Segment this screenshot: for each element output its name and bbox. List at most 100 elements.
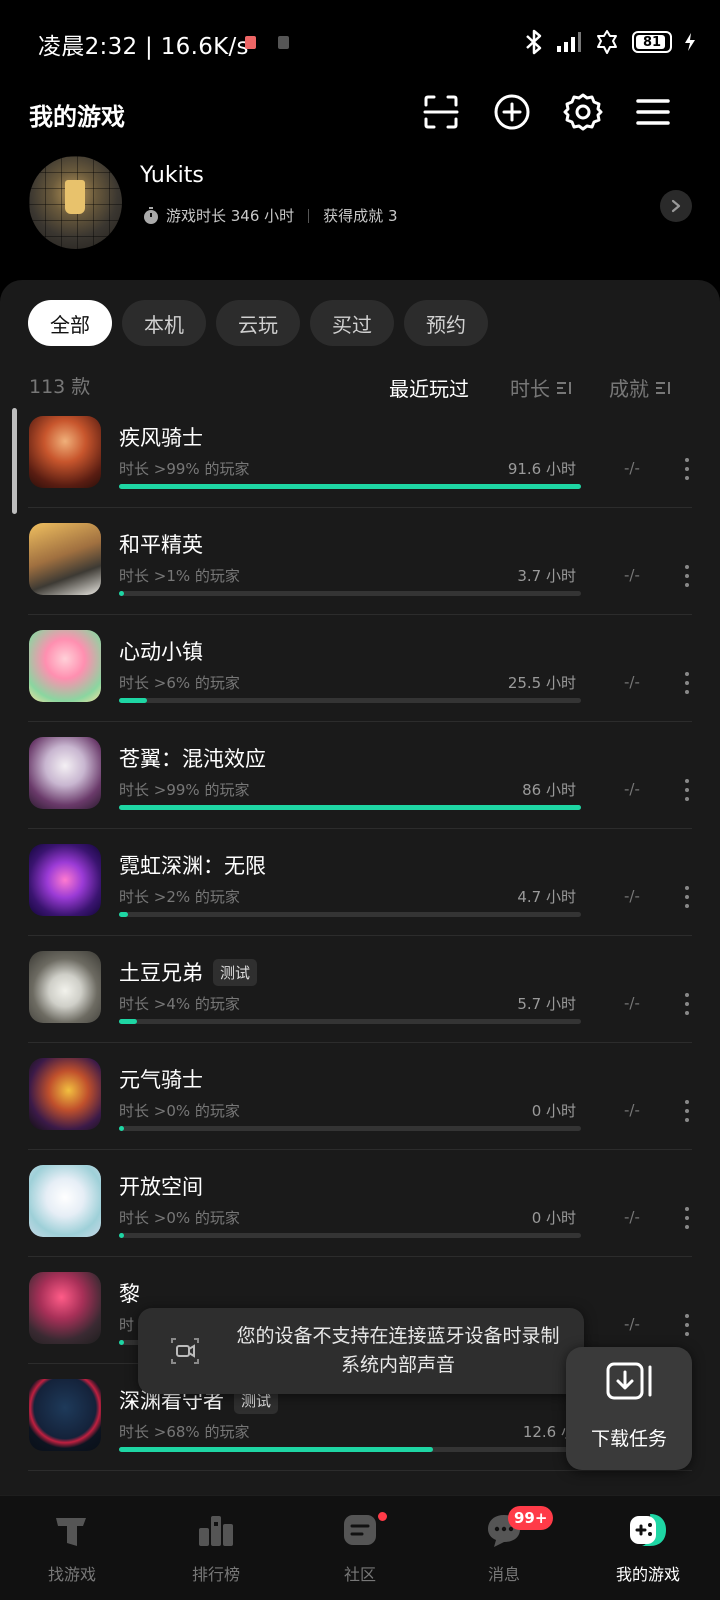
playtime-progress [119, 591, 581, 596]
more-options-icon[interactable] [684, 565, 690, 587]
playtime-hours: 4.7 小时 [517, 888, 576, 906]
gamepad-icon [630, 1514, 666, 1546]
more-options-icon[interactable] [684, 779, 690, 801]
nav-community[interactable]: 社区 [288, 1496, 432, 1600]
playtime-rank: 时长 >0% 的玩家 [119, 1102, 240, 1120]
chip-purchased[interactable]: 买过 [310, 300, 394, 346]
add-circle-icon[interactable] [492, 92, 532, 132]
sort-icon [656, 381, 670, 394]
game-row[interactable]: 霓虹深渊：无限 时长 >2% 的玩家 4.7 小时 -/- [0, 828, 720, 936]
page-title: 我的游戏 [29, 103, 125, 131]
menu-icon[interactable] [633, 92, 673, 132]
playtime-progress-fill [119, 591, 124, 596]
playtime-rank: 时长 >1% 的玩家 [119, 567, 240, 585]
nav-messages[interactable]: 99+ 消息 [432, 1496, 576, 1600]
playtime-progress-fill [119, 698, 147, 703]
chip-all[interactable]: 全部 [28, 300, 112, 346]
achievement-value: -/- [624, 994, 640, 1012]
playtime-progress [119, 805, 581, 810]
playtime-rank: 时长 >2% 的玩家 [119, 888, 240, 906]
achievement-value: -/- [624, 887, 640, 905]
game-icon-li [29, 1272, 101, 1344]
playtime-progress [119, 484, 581, 489]
game-icon-kaifang [29, 1165, 101, 1237]
messages-badge: 99+ [508, 1506, 554, 1530]
download-task-button[interactable]: 下载任务 [566, 1347, 692, 1470]
chip-reserved[interactable]: 预约 [404, 300, 488, 346]
bluetooth-icon [526, 29, 542, 55]
nav-label: 我的游戏 [615, 1565, 680, 1584]
nav-rankings[interactable]: 排行榜 [144, 1496, 288, 1600]
status-time-speed: 凌晨2:32 | 16.6K/s [38, 34, 249, 60]
more-options-icon[interactable] [684, 1207, 690, 1229]
chevron-right-icon [671, 199, 681, 213]
achievement-value: -/- [624, 566, 640, 584]
notification-icon [245, 36, 256, 49]
sort-achievement[interactable]: 成就 [609, 373, 671, 402]
playtime-rank: 时长 >68% 的玩家 [119, 1423, 250, 1441]
chip-cloud[interactable]: 云玩 [216, 300, 300, 346]
profile-stats: 游戏时长 346 小时 获得成就 3 [142, 205, 397, 226]
stopwatch-icon [144, 206, 158, 224]
download-task-label: 下载任务 [590, 1428, 667, 1450]
game-icon-shenyuan [29, 1379, 101, 1451]
scan-icon[interactable] [421, 92, 461, 132]
achievement-value: -/- [624, 780, 640, 798]
sort-recent[interactable]: 最近玩过 [389, 373, 469, 402]
playtime-progress [119, 912, 581, 917]
game-icon-jifeng [29, 416, 101, 488]
game-row[interactable]: 疾风骑士 时长 >99% 的玩家 91.6 小时 -/- [0, 400, 720, 508]
playtime-hours: 91.6 小时 [507, 460, 576, 478]
more-options-icon[interactable] [684, 1314, 690, 1336]
nav-find-games[interactable]: 找游戏 [0, 1496, 144, 1600]
more-options-icon[interactable] [684, 993, 690, 1015]
nav-my-games[interactable]: 我的游戏 [576, 1496, 720, 1600]
playtime-progress [119, 1019, 581, 1024]
game-icon-nihong [29, 844, 101, 916]
game-row[interactable]: 开放空间 时长 >0% 的玩家 0 小时 -/- [0, 1149, 720, 1257]
game-title: 开放空间 [119, 1175, 203, 1199]
playtime-progress [119, 1126, 581, 1131]
game-icon-yuanqi [29, 1058, 101, 1130]
username[interactable]: Yukits [140, 163, 204, 188]
more-options-icon[interactable] [684, 1100, 690, 1122]
settings-gear-icon[interactable] [563, 92, 603, 132]
community-icon [344, 1515, 376, 1545]
game-title: 霓虹深渊：无限 [119, 854, 266, 878]
profile-detail-button[interactable] [660, 190, 692, 222]
bottom-nav: 找游戏 排行榜 社区 99+ 消息 我的游戏 [0, 1495, 720, 1600]
playtime-hours: 0 小时 [531, 1209, 576, 1227]
more-options-icon[interactable] [684, 458, 690, 480]
game-row[interactable]: 心动小镇 时长 >6% 的玩家 25.5 小时 -/- [0, 614, 720, 722]
playtime-rank: 时长 >0% 的玩家 [119, 1209, 240, 1227]
game-title: 元气骑士 [119, 1068, 203, 1092]
sort-playtime[interactable]: 时长 [510, 373, 572, 402]
avatar[interactable] [29, 156, 122, 249]
game-row[interactable]: 和平精英 时长 >1% 的玩家 3.7 小时 -/- [0, 507, 720, 615]
more-options-icon[interactable] [684, 672, 690, 694]
playtime-hours: 0 小时 [531, 1102, 576, 1120]
rankings-icon [199, 1516, 233, 1546]
battery-level: 81 [642, 34, 662, 50]
game-row[interactable]: 土豆兄弟 测试 时长 >4% 的玩家 5.7 小时 -/- [0, 935, 720, 1043]
playtime-progress-fill [119, 1126, 124, 1131]
playtime-progress-fill [119, 1447, 434, 1452]
chip-local[interactable]: 本机 [122, 300, 206, 346]
game-title: 苍翼：混沌效应 [119, 747, 266, 771]
bluetooth-recording-toast: 您的设备不支持在连接蓝牙设备时录制系统内部声音 [138, 1308, 584, 1394]
playtime-rank: 时长 >4% 的玩家 [119, 995, 240, 1013]
nav-label: 排行榜 [191, 1565, 240, 1584]
playtime-rank: 时长 >6% 的玩家 [119, 674, 240, 692]
game-row[interactable]: 元气骑士 时长 >0% 的玩家 0 小时 -/- [0, 1042, 720, 1150]
game-row[interactable]: 苍翼：混沌效应 时长 >99% 的玩家 86 小时 -/- [0, 721, 720, 829]
achievement-value: -/- [624, 1315, 640, 1333]
more-options-icon[interactable] [684, 886, 690, 908]
nav-label: 找游戏 [47, 1565, 96, 1584]
playtime-progress [119, 698, 581, 703]
game-title: 疾风骑士 [119, 426, 203, 450]
playtime-text: 游戏时长 346 小时 [166, 207, 295, 225]
signal-icon [557, 32, 581, 52]
playtime-progress-fill [119, 484, 581, 489]
nav-label: 消息 [487, 1565, 520, 1584]
game-icon-tudou [29, 951, 101, 1023]
